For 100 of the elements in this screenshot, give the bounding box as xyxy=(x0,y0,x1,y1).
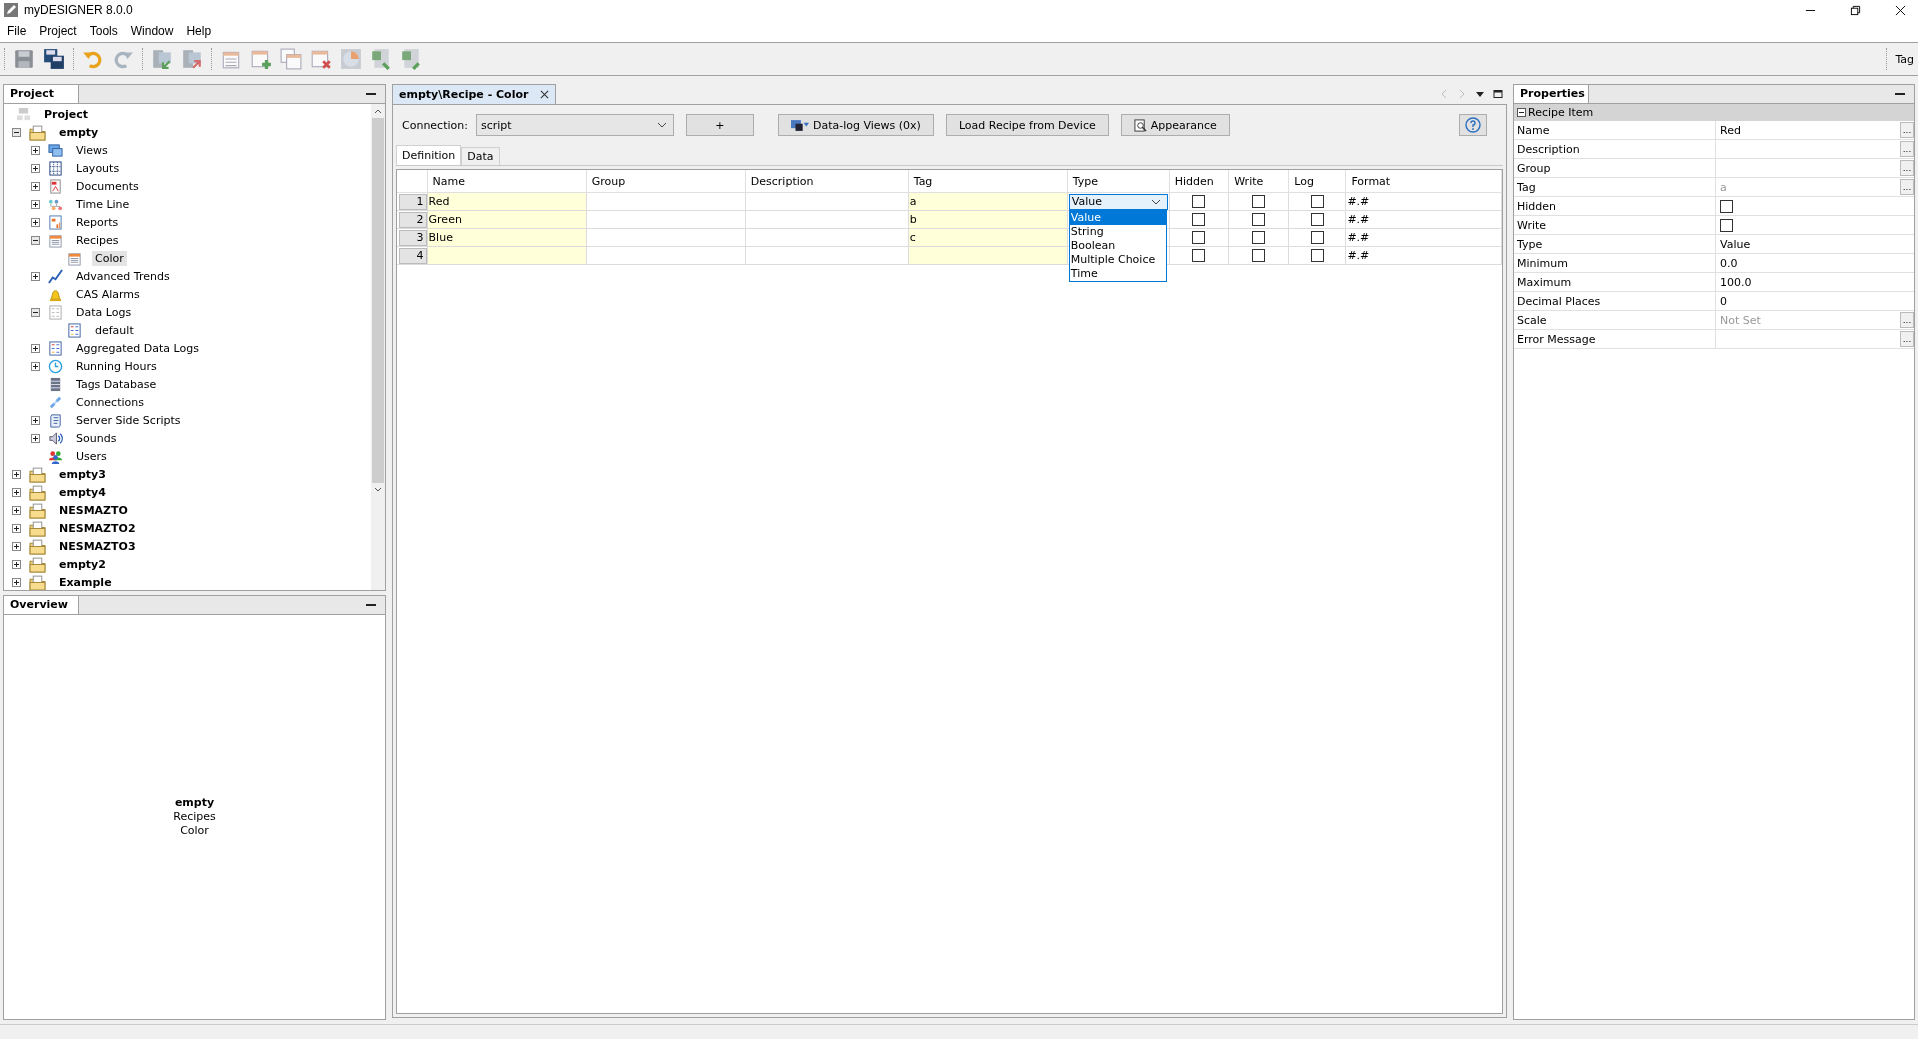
dropdown-option[interactable]: Value xyxy=(1069,210,1166,225)
menu-item[interactable]: Tools xyxy=(89,24,118,38)
dropdown-option[interactable]: String xyxy=(1069,224,1166,239)
collapse-icon[interactable] xyxy=(1517,108,1526,117)
checkbox[interactable] xyxy=(1252,213,1266,226)
calendar-add-icon[interactable] xyxy=(250,48,272,70)
expand-icon[interactable] xyxy=(12,487,21,497)
tree-item[interactable]: Server Side Scripts xyxy=(73,412,184,428)
checkbox[interactable] xyxy=(1252,231,1266,244)
tree-item[interactable]: Data Logs xyxy=(73,304,135,320)
tree-item[interactable]: NESMAZTO xyxy=(56,502,131,518)
tree-item[interactable]: Users xyxy=(73,448,110,464)
collapse-icon[interactable] xyxy=(31,235,40,245)
collapse-icon[interactable] xyxy=(31,307,40,317)
tree-item[interactable]: Running Hours xyxy=(73,358,160,374)
tree-item[interactable]: Sounds xyxy=(73,430,120,446)
column-header[interactable]: Group xyxy=(591,174,626,188)
menu-item[interactable]: Project xyxy=(39,24,77,38)
dropdown-option[interactable]: Multiple Choice xyxy=(1069,252,1166,267)
tree-item[interactable]: empty3 xyxy=(56,466,109,482)
property-value[interactable]: 100.0 xyxy=(1720,275,1752,289)
tree-item[interactable]: Recipes xyxy=(73,232,122,248)
expand-icon[interactable] xyxy=(31,433,40,443)
column-header[interactable]: Type xyxy=(1072,174,1099,188)
dropdown-option[interactable]: Time xyxy=(1069,266,1166,281)
expand-icon[interactable] xyxy=(31,217,40,227)
expand-icon[interactable] xyxy=(31,361,40,371)
checkbox[interactable] xyxy=(1192,249,1206,262)
checkbox[interactable] xyxy=(1252,249,1266,262)
save-icon[interactable] xyxy=(13,48,35,70)
panel-tab[interactable]: Overview xyxy=(4,596,79,614)
tree-item[interactable]: Views xyxy=(73,142,111,158)
tree-item[interactable]: empty4 xyxy=(56,484,109,500)
tree-item[interactable]: Example xyxy=(56,574,115,590)
close-icon[interactable] xyxy=(1895,4,1906,16)
checkbox[interactable] xyxy=(1192,231,1206,244)
toolbar-button[interactable]: Appearance xyxy=(1120,114,1230,136)
maximize-icon[interactable] xyxy=(1493,89,1503,99)
expand-icon[interactable] xyxy=(12,523,21,533)
collapse-icon[interactable] xyxy=(12,127,21,137)
expand-icon[interactable] xyxy=(12,541,21,551)
column-header[interactable]: Tag xyxy=(913,174,933,188)
tree-item[interactable]: Advanced Trends xyxy=(73,268,173,284)
menu-item[interactable]: Help xyxy=(186,24,212,38)
checkbox[interactable] xyxy=(1252,195,1266,208)
scrollbar[interactable] xyxy=(371,104,385,590)
row-header[interactable]: 1 xyxy=(399,193,427,210)
menu-item[interactable]: Window xyxy=(130,24,174,38)
property-value[interactable]: 0 xyxy=(1720,294,1727,308)
menu-item[interactable]: File xyxy=(7,24,27,38)
property-value[interactable]: Red xyxy=(1720,123,1741,137)
tree-item[interactable]: NESMAZTO2 xyxy=(56,520,139,536)
column-header[interactable]: Name xyxy=(432,174,465,188)
toolbar-button[interactable]: Load Recipe from Device xyxy=(945,114,1109,136)
tree-item[interactable]: NESMAZTO3 xyxy=(56,538,139,554)
expand-icon[interactable] xyxy=(31,145,40,155)
checkbox[interactable] xyxy=(1192,213,1206,226)
checkbox[interactable] xyxy=(1310,249,1324,262)
expand-icon[interactable] xyxy=(31,199,40,209)
expand-icon[interactable] xyxy=(12,469,21,479)
tree-item[interactable]: Connections xyxy=(73,394,147,410)
ellipsis-button[interactable]: ... xyxy=(1900,312,1914,328)
calendar-delete-icon[interactable] xyxy=(310,48,332,70)
checkbox[interactable] xyxy=(1192,195,1206,208)
tree-item[interactable]: Layouts xyxy=(73,160,123,176)
checkbox[interactable] xyxy=(1310,195,1324,208)
checkbox[interactable] xyxy=(1720,218,1733,232)
close-icon[interactable] xyxy=(540,90,550,99)
expand-icon[interactable] xyxy=(12,577,21,587)
tree-item[interactable]: CAS Alarms xyxy=(73,286,143,302)
type-dropdown[interactable]: Value xyxy=(1068,193,1168,210)
tree-item[interactable]: empty xyxy=(56,124,102,140)
row-header[interactable]: 4 xyxy=(399,247,427,264)
connection-dropdown[interactable]: script xyxy=(475,114,674,136)
checkbox[interactable] xyxy=(1720,199,1733,213)
tree-item[interactable]: Color xyxy=(92,250,127,266)
ellipsis-button[interactable]: ... xyxy=(1900,160,1914,176)
editor-tab[interactable]: empty\Recipe - Color xyxy=(392,84,557,104)
export-icon[interactable] xyxy=(181,48,203,70)
expand-icon[interactable] xyxy=(12,505,21,515)
toolbar-label[interactable]: Tag xyxy=(1895,52,1914,66)
row-header[interactable]: 2 xyxy=(399,211,427,228)
panel-tab[interactable]: Properties xyxy=(1514,85,1589,103)
tree-item[interactable]: Reports xyxy=(73,214,122,230)
row-header[interactable]: 3 xyxy=(399,229,427,246)
tree-item[interactable]: Time Line xyxy=(73,196,133,212)
expand-icon[interactable] xyxy=(31,163,40,173)
toolbar-button[interactable]: + xyxy=(685,114,754,136)
checkbox[interactable] xyxy=(1310,213,1324,226)
column-header[interactable]: Format xyxy=(1351,174,1391,188)
expand-icon[interactable] xyxy=(12,559,21,569)
tree-item[interactable]: empty2 xyxy=(56,556,109,572)
property-value[interactable]: Value xyxy=(1720,237,1751,251)
tab[interactable]: Data xyxy=(461,147,500,165)
property-value[interactable]: 0.0 xyxy=(1720,256,1738,270)
tree-item[interactable]: Tags Database xyxy=(73,376,160,392)
help-button[interactable] xyxy=(1459,114,1487,136)
ellipsis-button[interactable]: ... xyxy=(1900,122,1914,138)
dropdown-icon[interactable] xyxy=(1475,89,1485,99)
expand-icon[interactable] xyxy=(31,415,40,425)
